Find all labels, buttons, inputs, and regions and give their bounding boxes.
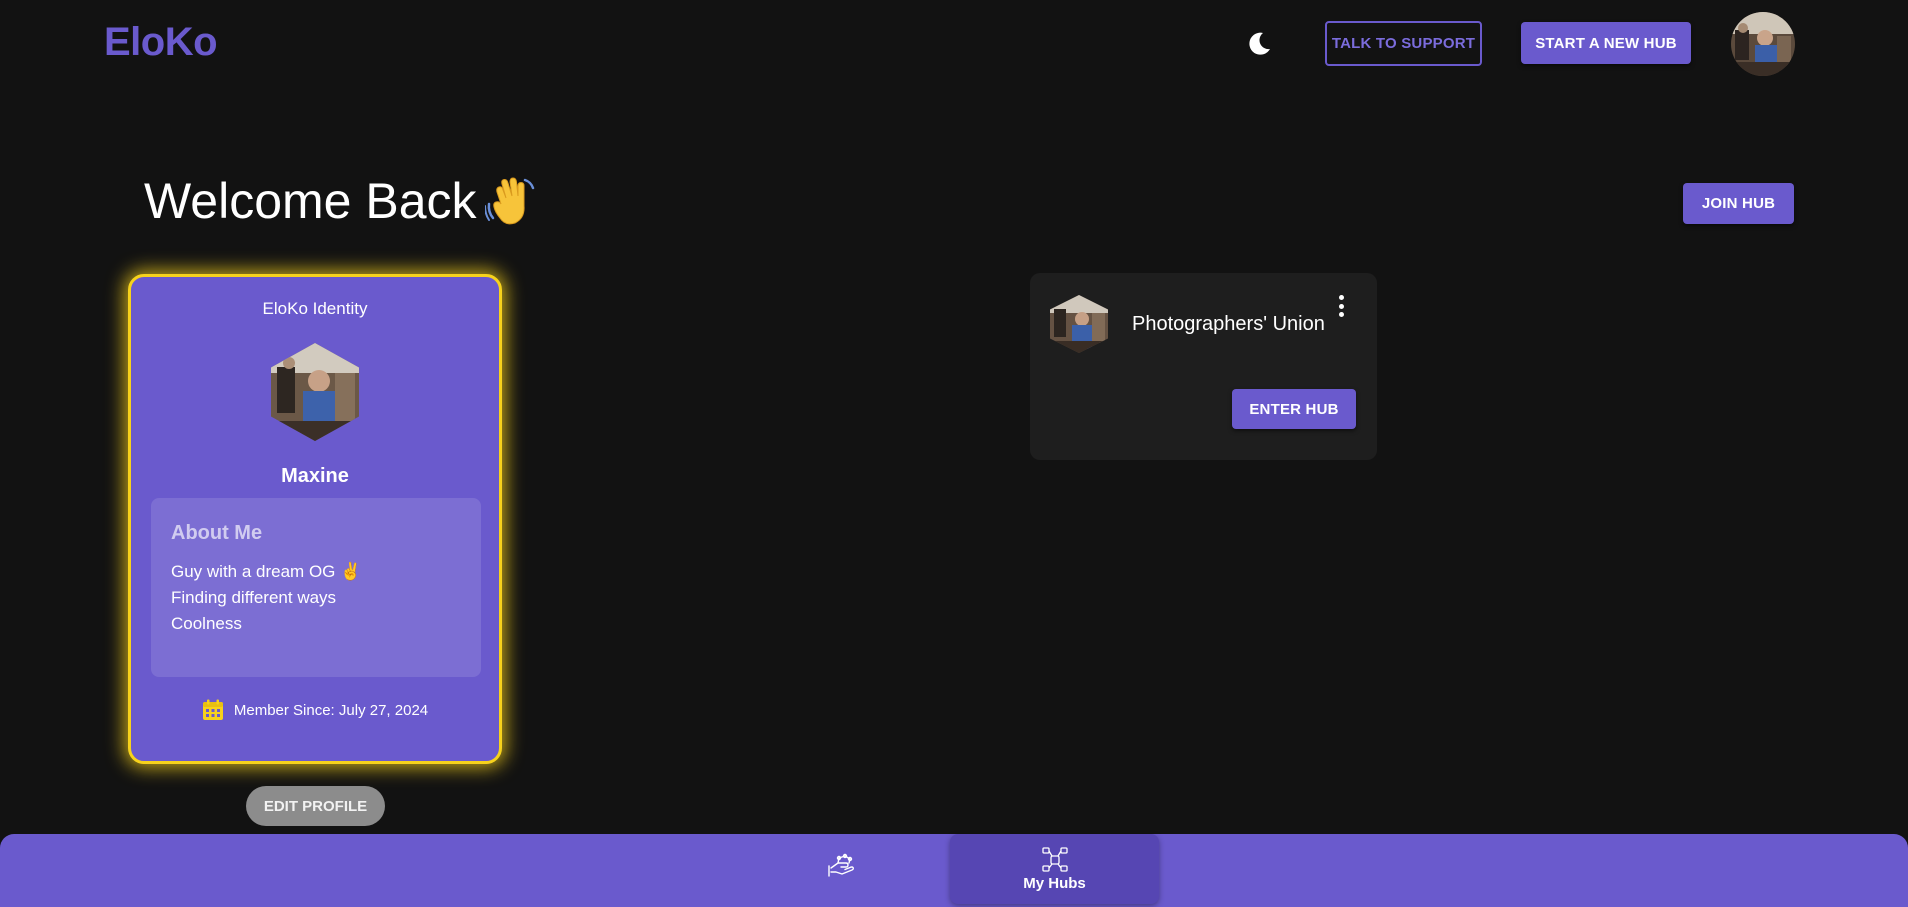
about-line: Finding different ways <box>171 588 337 607</box>
hub-network-icon <box>1041 846 1068 872</box>
edit-profile-button[interactable]: EDIT PROFILE <box>246 786 385 826</box>
welcome-heading: Welcome Back <box>144 172 539 230</box>
brand-logo[interactable]: EloKo <box>104 20 218 65</box>
about-line: Coolness <box>171 614 242 633</box>
welcome-text: Welcome Back <box>144 173 477 229</box>
hub-avatar <box>1050 295 1108 353</box>
menu-dot <box>1338 312 1344 317</box>
waving-hand-icon <box>484 177 534 225</box>
join-hub-button[interactable]: JOIN HUB <box>1683 183 1794 224</box>
nav-my-hubs[interactable]: My Hubs <box>950 834 1159 904</box>
start-new-hub-button[interactable]: START A NEW HUB <box>1521 22 1691 64</box>
identity-card-title: EloKo Identity <box>262 299 368 318</box>
member-since: Member Since: July 27, 2024 <box>131 699 499 721</box>
avatar-photo <box>1731 12 1795 76</box>
nav-my-hubs-label: My Hubs <box>1023 874 1086 892</box>
identity-card: EloKo Identity Maxine About Me Guy with … <box>128 274 502 764</box>
talk-to-support-button[interactable]: TALK TO SUPPORT <box>1325 21 1482 66</box>
profile-avatar <box>271 343 359 441</box>
enter-hub-button[interactable]: ENTER HUB <box>1232 389 1356 429</box>
member-since-text: Member Since: July 27, 2024 <box>233 701 429 719</box>
hub-card: Photographers' Union ENTER HUB <box>1030 273 1377 460</box>
page: EloKo TALK TO SUPPORT START A NEW HUB We… <box>0 0 1908 907</box>
more-options-icon[interactable] <box>1335 295 1347 317</box>
menu-dot <box>1338 303 1344 309</box>
calendar-icon <box>202 699 223 720</box>
bottom-navigation: My Hubs <box>0 834 1908 907</box>
user-avatar[interactable] <box>1731 12 1795 76</box>
moon-icon[interactable] <box>1243 27 1275 59</box>
hub-name[interactable]: Photographers' Union <box>1132 313 1325 336</box>
hand-network-icon[interactable] <box>828 852 858 882</box>
profile-name: Maxine <box>281 465 349 487</box>
about-line: Guy with a dream OG ✌️ <box>171 562 362 581</box>
about-me-section: About Me Guy with a dream OG ✌️ Finding … <box>151 498 481 677</box>
about-me-heading: About Me <box>171 522 263 544</box>
menu-dot <box>1338 295 1344 300</box>
